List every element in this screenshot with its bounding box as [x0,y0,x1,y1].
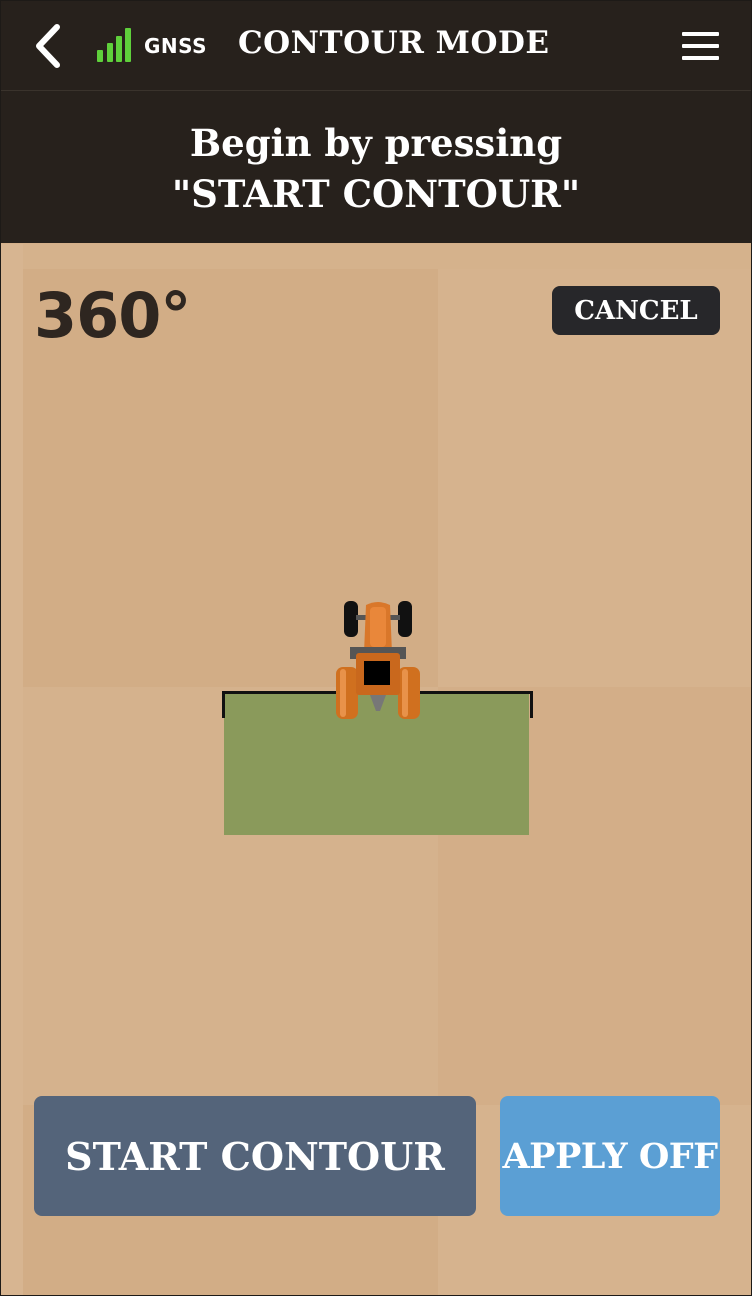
heading-readout: 360° [34,279,191,352]
top-bar: GNSS CONTOUR MODE [1,1,751,91]
menu-button[interactable] [682,32,720,60]
instruction-banner: Begin by pressing "START CONTOUR" [1,91,751,243]
start-contour-button[interactable]: START CONTOUR [34,1096,476,1216]
instruction-line-2: "START CONTOUR" [171,172,581,216]
cancel-button[interactable]: CANCEL [552,286,720,335]
field-map[interactable]: 360° CANCEL START CONTOUR APPLY OFF [1,244,751,1295]
back-button[interactable] [29,23,69,69]
gnss-signal-icon [97,28,131,62]
app-screen: GNSS CONTOUR MODE Begin by pressing "STA… [0,0,752,1296]
instruction-line-1: Begin by pressing [189,121,563,165]
gnss-label: GNSS [144,34,208,58]
chevron-left-icon [36,24,60,68]
ground-tile [1,244,23,1295]
page-title: CONTOUR MODE [238,25,550,61]
apply-toggle-button[interactable]: APPLY OFF [500,1096,720,1216]
tractor-icon [336,601,420,719]
